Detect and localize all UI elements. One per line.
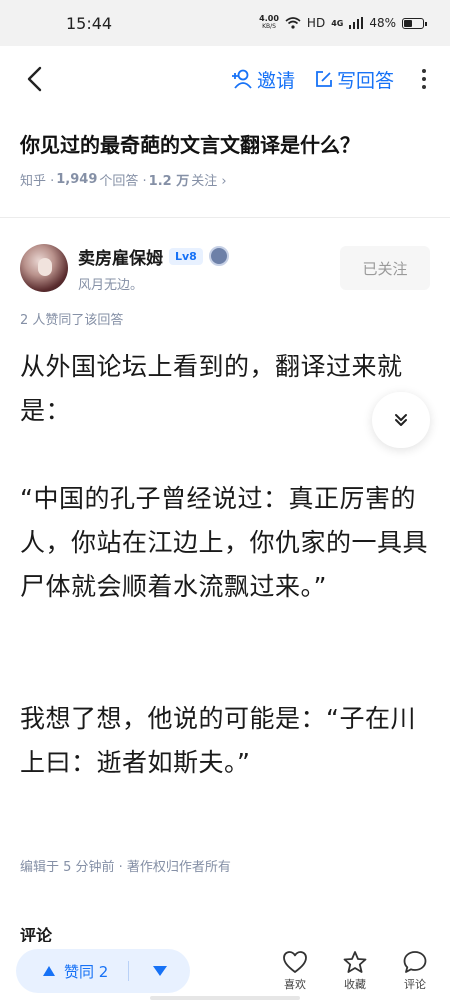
battery-percent: 48% [369, 16, 396, 30]
vote-pill: 赞同 2 [16, 949, 190, 993]
comment-button[interactable]: 评论 [402, 950, 428, 992]
answer-suffix: 个回答 · [99, 174, 147, 189]
answer-content: 从外国论坛上看到的，翻译过来就是： “中国的孔子曾经说过：真正厉害的人，你站在江… [20, 345, 430, 785]
more-dot-icon [422, 69, 426, 73]
star-icon [343, 951, 367, 973]
bar-actions: 喜欢 收藏 评论 [282, 950, 434, 992]
net-speed-value: 4.00 [259, 14, 279, 23]
comment-label: 评论 [404, 978, 426, 991]
question-source: 知乎 · [20, 174, 55, 189]
battery-icon [402, 17, 427, 29]
wifi-icon [285, 17, 301, 29]
status-bar: 15:44 4.00 KB/S HD 4G 48% [0, 0, 450, 46]
invite-button[interactable]: 邀请 [231, 66, 295, 93]
write-answer-label: 写回答 [336, 69, 394, 92]
section-divider [0, 217, 450, 218]
double-chevron-down-icon [395, 414, 407, 426]
follow-count: 1.2 万 [148, 174, 190, 189]
author-line: 卖房雇保姆 Lv8 [78, 244, 340, 269]
collect-button[interactable]: 收藏 [342, 950, 368, 992]
top-nav: 邀请 写回答 [0, 46, 450, 112]
like-label: 喜欢 [284, 978, 306, 991]
net-speed-unit: KB/S [262, 23, 276, 30]
comment-bubble-icon [403, 951, 427, 973]
question-header: 你见过的最奇葩的文言文翻译是什么？ 知乎 · 1,949 个回答 · 1.2 万… [20, 128, 430, 189]
answer-paragraph: 我想了想，他说的可能是：“子在川上曰：逝者如斯夫。” [20, 704, 416, 777]
back-button[interactable] [16, 61, 52, 97]
expand-button[interactable] [372, 392, 430, 448]
follow-suffix: 关注 › [191, 174, 227, 189]
answer-count: 1,949 [56, 172, 98, 187]
answer-paragraph: “中国的孔子曾经说过：真正厉害的人，你站在江边上，你仇家的一具具尸体就会顺着水流… [20, 484, 429, 601]
upvote-note: 2 人赞同了该回答 [20, 313, 124, 328]
author-bio: 风月无边。 [78, 277, 144, 293]
author-row: 卖房雇保姆 Lv8 风月无边。 已关注 [20, 240, 430, 296]
status-time: 15:44 [66, 13, 113, 33]
edit-icon [316, 71, 332, 87]
signal-icon [349, 17, 364, 29]
medal-icon [208, 246, 229, 266]
home-indicator[interactable] [150, 996, 300, 1000]
back-arrow-icon [27, 66, 42, 92]
more-dot-icon [422, 85, 426, 89]
heart-icon [283, 951, 307, 973]
invite-user-icon [231, 69, 252, 89]
question-meta[interactable]: 知乎 · 1,949 个回答 · 1.2 万 关注 › [20, 170, 430, 189]
more-dot-icon [422, 77, 426, 81]
upvote-label: 赞同 2 [64, 962, 109, 981]
question-title[interactable]: 你见过的最奇葩的文言文翻译是什么？ [20, 128, 430, 162]
invite-label: 邀请 [256, 69, 295, 92]
follow-button[interactable]: 已关注 [340, 246, 430, 290]
bottom-action-bar: 赞同 2 喜欢 收藏 评论 [0, 942, 450, 1000]
nav-actions: 邀请 写回答 [231, 66, 434, 93]
net-speed: 4.00 KB/S [259, 15, 279, 31]
status-indicators: 4.00 KB/S HD 4G 48% [259, 15, 427, 31]
more-options-button[interactable] [414, 69, 434, 89]
collect-label: 收藏 [344, 978, 366, 991]
triangle-up-icon [43, 966, 55, 976]
author-name[interactable]: 卖房雇保姆 [78, 244, 163, 269]
signal-type: 4G [331, 18, 344, 28]
author-info: 卖房雇保姆 Lv8 风月无边。 [78, 244, 340, 293]
like-button[interactable]: 喜欢 [282, 950, 308, 992]
downvote-button[interactable] [129, 949, 190, 993]
upvote-button[interactable]: 赞同 2 [16, 949, 128, 993]
level-badge: Lv8 [169, 247, 203, 265]
network-type: HD [306, 16, 326, 30]
write-answer-button[interactable]: 写回答 [315, 66, 394, 93]
triangle-down-icon [152, 966, 167, 976]
edit-note: 编辑于 5 分钟前 · 著作权归作者所有 [20, 860, 231, 875]
avatar[interactable] [20, 244, 68, 292]
answer-paragraph: 从外国论坛上看到的，翻译过来就是： [20, 352, 403, 425]
